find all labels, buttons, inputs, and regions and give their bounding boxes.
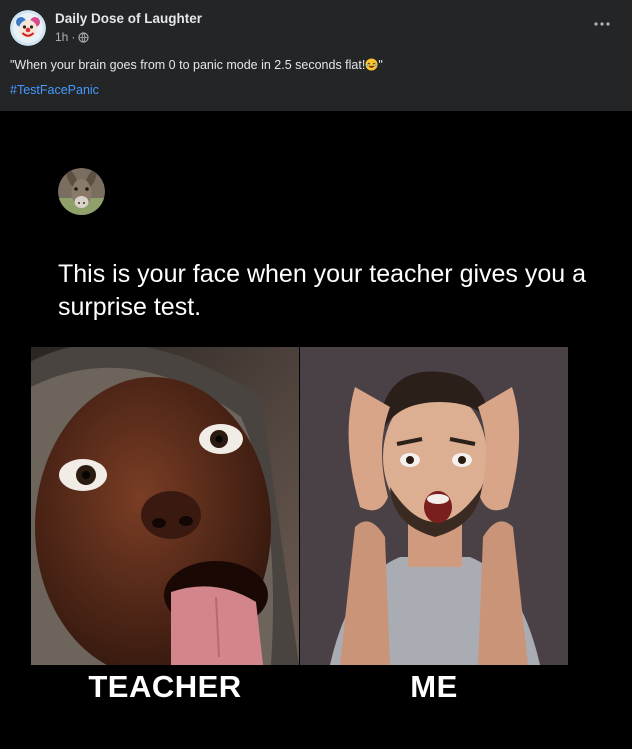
post-header: Daily Dose of Laughter 1h · "When your b…: [0, 0, 632, 111]
clown-avatar-icon: [10, 10, 46, 46]
more-options-button[interactable]: [588, 14, 616, 34]
donkey-avatar-icon: [58, 168, 105, 215]
hashtag-link[interactable]: #TestFacePanic: [10, 83, 99, 97]
globe-icon: [78, 31, 89, 43]
post-timestamp[interactable]: 1h: [55, 30, 68, 44]
page-avatar[interactable]: [10, 10, 46, 46]
more-horizontal-icon: [594, 22, 610, 26]
facebook-post: Daily Dose of Laughter 1h · "When your b…: [0, 0, 632, 749]
post-meta: 1h ·: [55, 30, 89, 44]
meta-separator: ·: [71, 30, 76, 44]
meme-text: This is your face when your teacher give…: [58, 260, 587, 321]
page-name-link[interactable]: Daily Dose of Laughter: [55, 11, 202, 26]
caption-end: ": [378, 58, 383, 72]
me-photo: [300, 347, 568, 665]
caption-text: "When your brain goes from 0 to panic mo…: [10, 58, 366, 72]
teacher-label: TEACHER: [88, 669, 242, 704]
post-caption: "When your brain goes from 0 to panic mo…: [10, 58, 610, 72]
me-label: ME: [410, 669, 458, 704]
teacher-photo: [31, 347, 299, 665]
rolling-laughing-emoji-icon: [365, 58, 378, 71]
post-image[interactable]: This is your face when your teacher give…: [0, 111, 632, 749]
